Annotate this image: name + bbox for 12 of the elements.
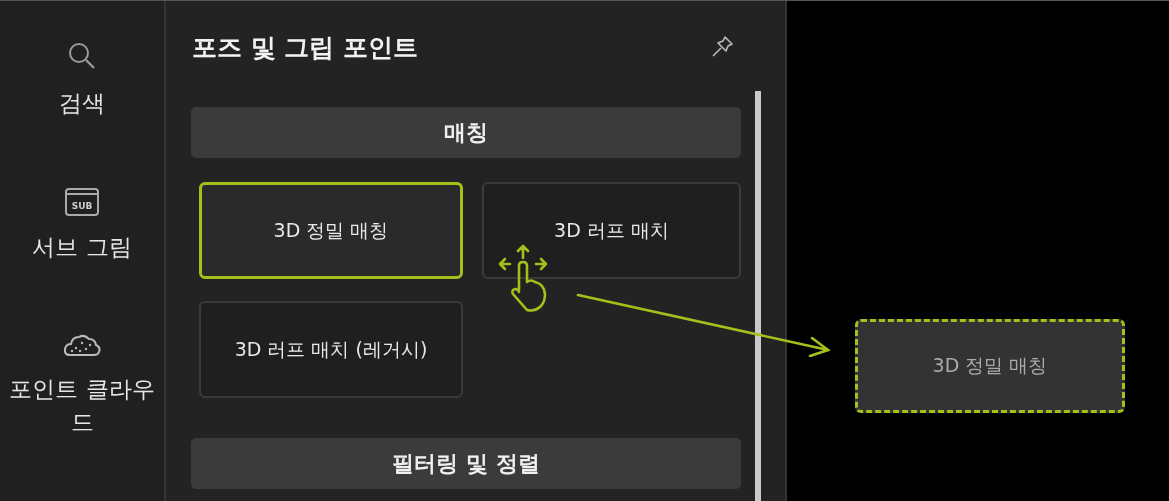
panel-title: 포즈 및 그립 포인트 [192, 31, 419, 64]
scrollbar-thumb[interactable] [755, 91, 761, 501]
tool-card[interactable]: 3D 러프 매치 (레거시) [199, 301, 463, 398]
tool-card[interactable]: 3D 정밀 매칭 [199, 182, 463, 279]
rail-label[interactable]: 서브 그림 [0, 231, 164, 264]
rail-label[interactable]: 포인트 클라우드 [0, 373, 164, 438]
section-header[interactable]: 매칭 [191, 107, 741, 158]
subfigure-icon[interactable]: SUB [64, 187, 100, 218]
tool-card[interactable]: 3D 러프 매치 [482, 182, 741, 279]
rail-label[interactable]: 검색 [0, 87, 164, 120]
section-header[interactable]: 필터링 및 정렬 [191, 438, 741, 489]
drag-preview: 3D 정밀 매칭 [855, 319, 1125, 413]
